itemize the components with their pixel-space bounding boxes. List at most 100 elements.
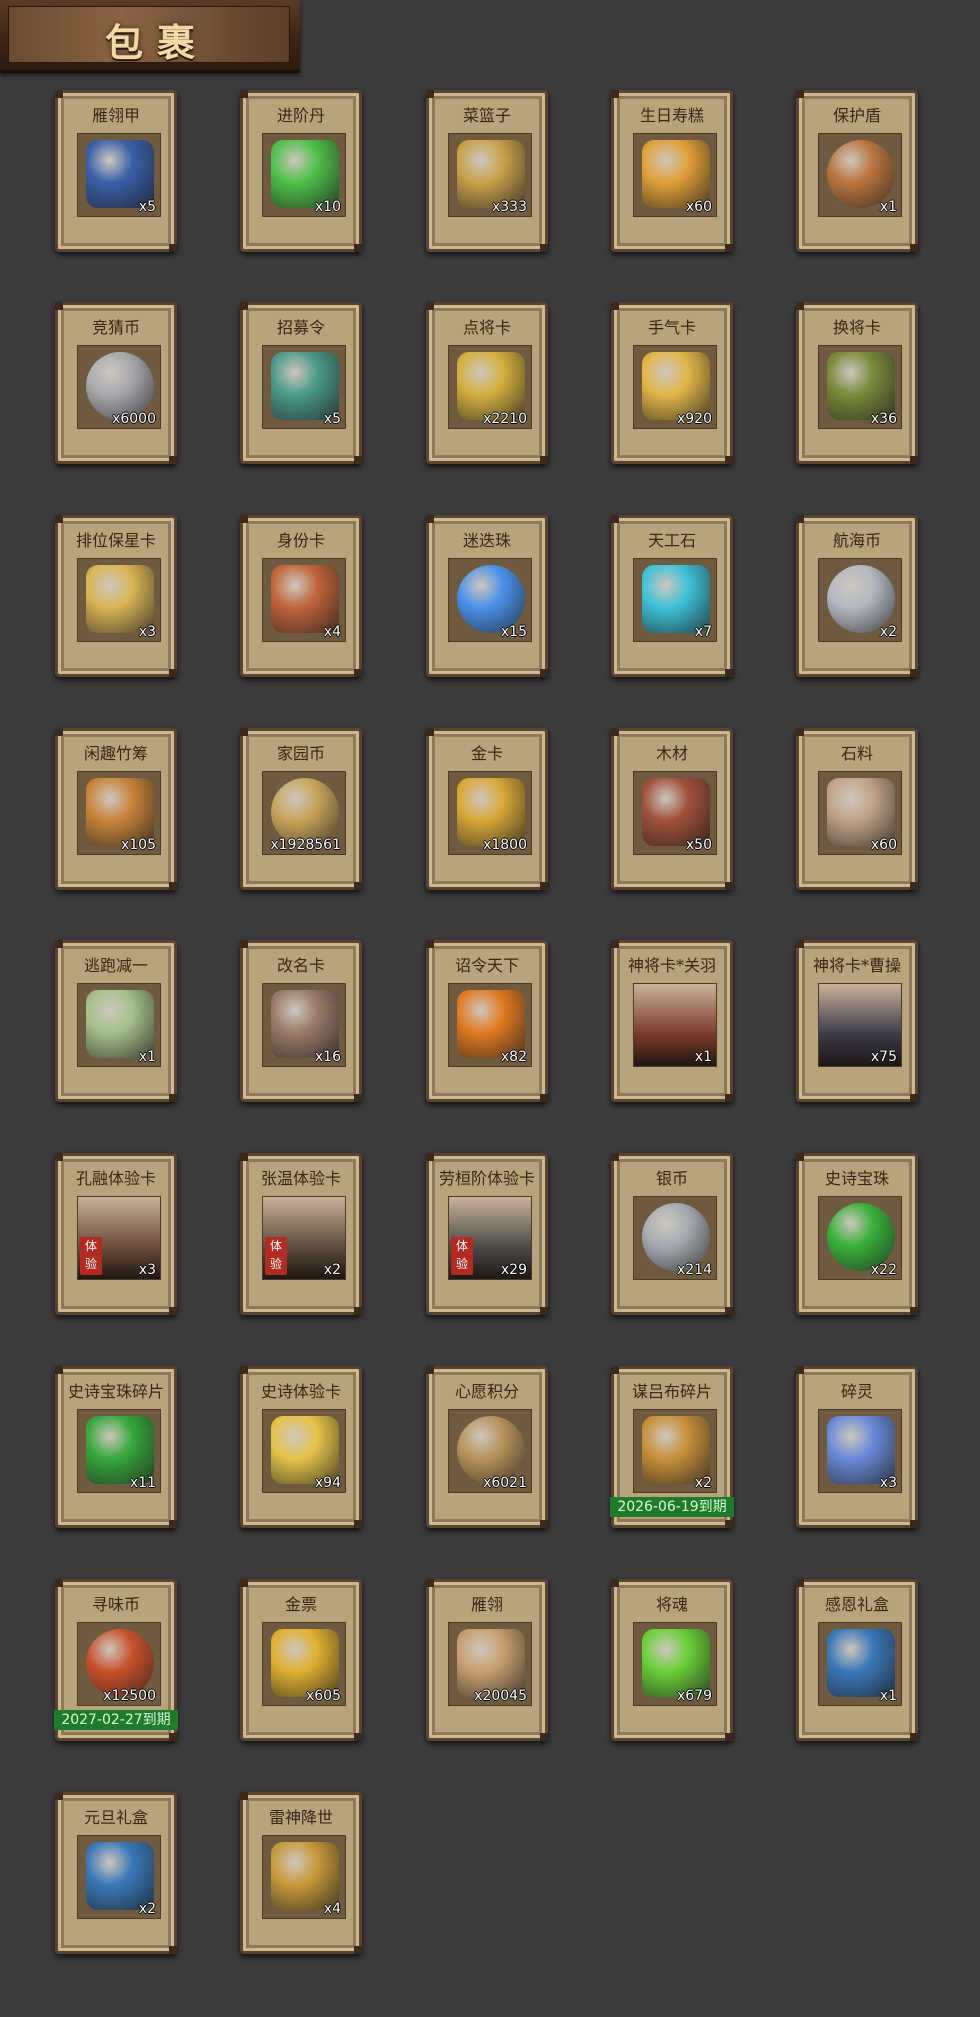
ticket-icon [271,1629,339,1697]
item-icon-frame: x2 [818,558,902,642]
item-icon-frame: x5 [262,345,346,429]
item-icon-frame: x4 [262,558,346,642]
item-icon-frame: x20045 [448,1622,532,1706]
item-slot[interactable]: 雁翎 x20045 [426,1579,548,1741]
item-slot[interactable]: 生日寿糕 x60 [611,90,733,252]
item-slot[interactable]: 金卡 x1800 [426,728,548,890]
item-name: 金票 [284,1595,317,1614]
item-slot[interactable]: 劳桓阶体验卡 体验 x29 [426,1153,548,1315]
item-count: x60 [685,199,712,215]
item-slot[interactable]: 点将卡 x2210 [426,302,548,464]
item-count: x1 [879,1688,897,1704]
luck-card-icon [642,352,710,420]
item-slot[interactable]: 史诗宝珠碎片 x11 [55,1366,177,1528]
item-slot[interactable]: 神将卡*曹操 x75 [796,940,918,1102]
item-name: 张温体验卡 [260,1169,341,1188]
silver-coin-icon [642,1203,710,1271]
card-icon [457,352,525,420]
trial-badge: 体验 [80,1237,102,1275]
item-name: 保护盾 [832,106,881,125]
item-icon-frame: x6021 [448,1409,532,1493]
item-name: 天工石 [647,531,696,550]
item-icon-frame: x6000 [77,345,161,429]
item-slot[interactable]: 将魂 x679 [611,1579,733,1741]
gift-box-icon [271,1842,339,1910]
item-name: 竞猜币 [91,318,140,337]
item-slot[interactable]: 木材 x50 [611,728,733,890]
item-icon-frame: x1 [633,983,717,1067]
item-slot[interactable]: 寻味币 x12500 2027-02-27到期 [54,1579,178,1741]
bamboo-icon [86,778,154,846]
item-count: x5 [138,199,156,215]
item-name: 身份卡 [276,531,325,550]
item-slot[interactable]: 家园币 x1928561 [240,728,362,890]
item-icon-frame: x1 [77,983,161,1067]
item-slot[interactable]: 张温体验卡体验 x2 [240,1153,362,1315]
item-count: x1800 [483,837,527,853]
item-slot[interactable]: 石料 x60 [796,728,918,890]
coin-icon [86,352,154,420]
item-name: 点将卡 [462,318,511,337]
item-slot[interactable]: 进阶丹 x10 [240,90,362,252]
item-slot[interactable]: 竞猜币 x6000 [55,302,177,464]
item-slot[interactable]: 手气卡 x920 [611,302,733,464]
item-name: 雁翎 [470,1595,503,1614]
item-icon-frame: x12500 [77,1622,161,1706]
item-slot[interactable]: 史诗体验卡 x94 [240,1366,362,1528]
item-name: 雁翎甲 [91,106,140,125]
item-name: 逃跑减一 [83,956,148,975]
item-name: 航海币 [832,531,881,550]
soul-icon [642,1629,710,1697]
item-icon-frame: 体验 x29 [448,1196,532,1280]
item-slot[interactable]: 航海币 x2 [796,515,918,677]
item-slot[interactable]: 谋吕布碎片 x2 2026-06-19到期 [610,1366,734,1528]
item-slot[interactable]: 天工石 x7 [611,515,733,677]
item-slot[interactable]: 身份卡 x4 [240,515,362,677]
item-slot[interactable]: 改名卡 x16 [240,940,362,1102]
item-name: 孔融体验卡 [75,1169,156,1188]
item-slot[interactable]: 碎灵 x3 [796,1366,918,1528]
item-name: 将魂 [655,1595,688,1614]
item-slot[interactable]: 招募令 x5 [240,302,362,464]
item-icon-frame: x82 [448,983,532,1067]
item-slot[interactable]: 换将卡 x36 [796,302,918,464]
item-icon-frame: x10 [262,133,346,217]
coin-icon [827,565,895,633]
pill-icon [271,140,339,208]
item-icon-frame: 体验 x2 [262,1196,346,1280]
item-slot[interactable]: 保护盾 x1 [796,90,918,252]
shield-icon [827,140,895,208]
item-slot[interactable]: 孔融体验卡 体验 x3 [55,1153,177,1315]
item-slot[interactable]: 闲趣竹筹 x105 [55,728,177,890]
item-slot[interactable]: 迷迭珠 x15 [426,515,548,677]
item-slot[interactable]: 史诗宝珠 x22 [796,1153,918,1315]
heart-coin-icon [457,1416,525,1484]
item-slot[interactable]: 感恩礼盒 x1 [796,1579,918,1741]
item-name: 闲趣竹筹 [83,744,148,763]
item-slot[interactable]: 金票 x605 [240,1579,362,1741]
item-icon-frame: x605 [262,1622,346,1706]
item-icon-frame: x22 [818,1196,902,1280]
item-name: 进阶丹 [276,106,325,125]
item-icon-frame: x50 [633,771,717,855]
item-slot[interactable]: 雁翎甲 x5 [55,90,177,252]
item-slot[interactable]: 排位保星卡 x3 [55,515,177,677]
trial-badge: 体验 [265,1237,287,1275]
item-slot[interactable]: 银币 x214 [611,1153,733,1315]
item-slot[interactable]: 诏令天下 x82 [426,940,548,1102]
item-slot[interactable]: 心愿积分 x6021 [426,1366,548,1528]
item-count: x679 [676,1688,712,1704]
item-icon-frame: x3 [818,1409,902,1493]
item-slot[interactable]: 逃跑减一 x1 [55,940,177,1102]
item-slot[interactable]: 元旦礼盒 x2 [55,1792,177,1954]
item-slot[interactable]: 菜篮子 x333 [426,90,548,252]
item-icon-frame: x679 [633,1622,717,1706]
item-slot[interactable]: 雷神降世 x4 [240,1792,362,1954]
wood-icon [642,778,710,846]
orb-icon [457,565,525,633]
item-slot[interactable]: 神将卡*关羽 x1 [611,940,733,1102]
item-count: x6000 [112,411,156,427]
item-count: x333 [491,199,527,215]
item-icon-frame: x15 [448,558,532,642]
item-count: x1 [138,1049,156,1065]
